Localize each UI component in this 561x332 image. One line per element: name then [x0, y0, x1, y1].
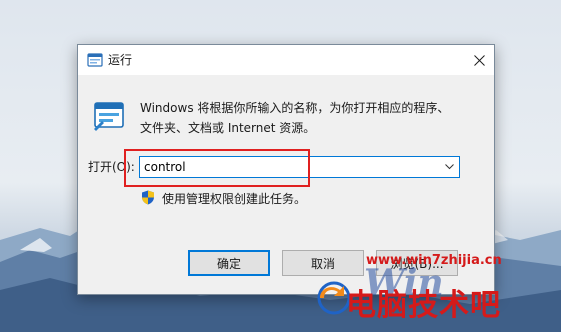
command-combobox[interactable]: [139, 156, 460, 178]
uac-shield-icon: [142, 190, 154, 205]
run-icon: [87, 53, 103, 67]
title-bar[interactable]: 运行: [78, 45, 494, 75]
close-button[interactable]: [464, 45, 494, 75]
close-icon: [473, 54, 485, 66]
dropdown-button[interactable]: [439, 157, 459, 177]
ok-button[interactable]: 确定: [188, 250, 270, 276]
command-input[interactable]: [144, 158, 434, 176]
watermark-url: www.win7zhijia.cn: [366, 253, 502, 268]
cancel-button[interactable]: 取消: [282, 250, 364, 276]
description: Windows 将根据你所输入的名称，为你打开相应的程序、 文件夹、文档或 In…: [140, 98, 480, 138]
description-line-1: Windows 将根据你所输入的名称，为你打开相应的程序、: [140, 101, 450, 115]
window-title: 运行: [108, 53, 133, 67]
run-app-icon: [94, 102, 124, 131]
admin-note: 使用管理权限创建此任务。: [162, 192, 307, 206]
open-label: 打开(O):: [88, 160, 135, 174]
chevron-down-icon: [444, 164, 454, 170]
watermark-text: 电脑技术吧: [346, 288, 501, 323]
description-line-2: 文件夹、文档或 Internet 资源。: [140, 121, 316, 135]
